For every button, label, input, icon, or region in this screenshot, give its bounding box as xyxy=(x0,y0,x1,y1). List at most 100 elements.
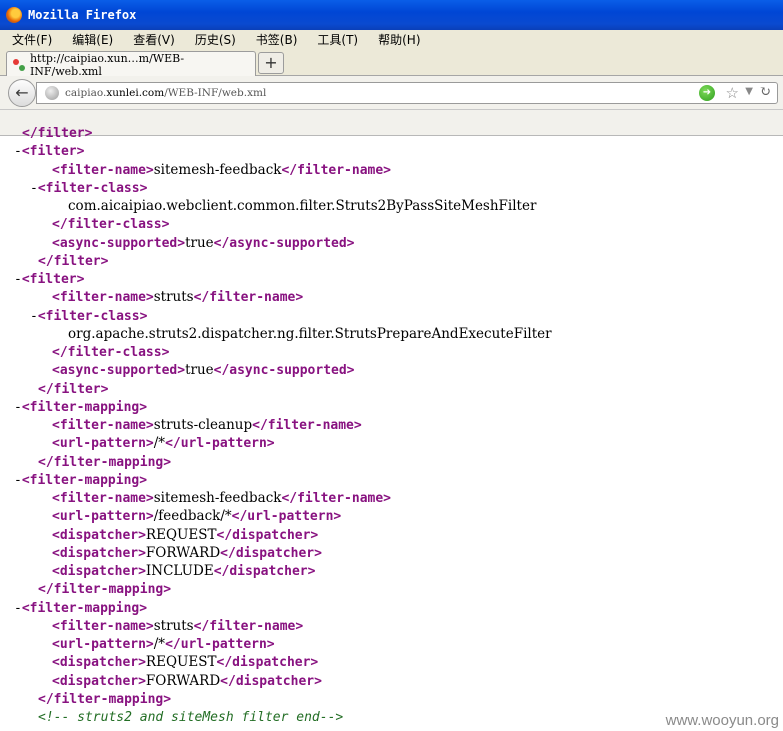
xml-line: <!-- struts2 and siteMesh filter end--> xyxy=(38,708,343,726)
xml-tag: <url-pattern> xyxy=(52,637,154,652)
xml-text: FORWARD xyxy=(145,544,221,561)
xml-line: </filter-mapping> xyxy=(38,453,171,471)
xml-comment: <!-- struts2 and siteMesh filter end--> xyxy=(38,710,344,725)
xml-tag: </dispatcher> xyxy=(216,655,319,671)
xml-tag: </filter-class> xyxy=(52,217,170,233)
xml-tag: </url-pattern> xyxy=(231,509,342,525)
xml-text: INCLUDE xyxy=(145,563,214,579)
xml-tag: <filter-class> xyxy=(37,180,148,196)
xml-line: -<filter-class> xyxy=(30,179,147,197)
history-dropdown-icon[interactable]: ▼ xyxy=(745,86,753,97)
xml-tag: <filter> xyxy=(21,272,85,287)
xml-line: <filter-name>struts</filter-name> xyxy=(52,288,303,306)
xml-tag: </url-pattern> xyxy=(165,637,275,652)
xml-line: </filter> xyxy=(38,380,108,398)
xml-tag: <dispatcher> xyxy=(52,655,146,671)
go-arrow-icon[interactable]: ➜ xyxy=(699,85,715,101)
tab-label: http://caipiao.xun…m/WEB-INF/web.xml xyxy=(29,51,185,78)
xml-line: </filter> xyxy=(22,127,92,142)
xml-line: <filter-name>sitemesh-feedback</filter-n… xyxy=(52,161,391,179)
url-path: /WEB-INF/web.xml xyxy=(164,87,267,99)
menu-bookmarks[interactable]: 书签(B) xyxy=(256,31,298,48)
xml-tag: <filter-mapping> xyxy=(21,399,148,415)
xml-tag: </filter-mapping> xyxy=(38,454,172,470)
xml-tag: <filter> xyxy=(21,144,85,160)
url-host: caipiao. xyxy=(65,87,107,99)
new-tab-button[interactable]: + xyxy=(258,52,284,74)
xml-tag: </filter> xyxy=(38,253,109,269)
menu-file[interactable]: 文件(F) xyxy=(12,31,52,48)
xml-tag: <dispatcher> xyxy=(52,564,146,579)
xml-line: <dispatcher>INCLUDE</dispatcher> xyxy=(52,562,315,580)
site-favicon-icon xyxy=(12,58,26,72)
firefox-icon xyxy=(6,7,22,23)
window-title: Mozilla Firefox xyxy=(28,8,137,22)
xml-tag: </filter> xyxy=(22,127,93,141)
xml-line: <dispatcher>REQUEST</dispatcher> xyxy=(52,653,318,671)
xml-tag: <dispatcher> xyxy=(52,527,146,543)
xml-line: </filter-class> xyxy=(52,343,169,361)
url-bar[interactable]: caipiao. xunlei.com/WEB-INF/web.xml ➜ ☆ ▼… xyxy=(36,82,778,104)
xml-line: org.apache.struts2.dispatcher.ng.filter.… xyxy=(68,325,552,343)
xml-line: <dispatcher>FORWARD</dispatcher> xyxy=(52,672,322,690)
xml-line: <url-pattern>/*</url-pattern> xyxy=(52,434,275,452)
globe-icon xyxy=(45,86,59,100)
xml-tag: </dispatcher> xyxy=(216,527,319,543)
xml-tag: </filter-mapping> xyxy=(38,691,172,707)
xml-tag: </async-supported> xyxy=(213,235,355,251)
xml-text: struts xyxy=(153,289,194,306)
xml-text: /* xyxy=(153,435,166,452)
collapse-toggle[interactable]: - xyxy=(14,601,22,616)
xml-tag: <dispatcher> xyxy=(52,545,146,561)
xml-tag: <async-supported> xyxy=(52,235,186,251)
reload-icon[interactable]: ↻ xyxy=(759,84,771,100)
xml-line: <dispatcher>REQUEST</dispatcher> xyxy=(52,526,318,544)
xml-tag: <filter-name> xyxy=(52,162,154,178)
xml-tag: <url-pattern> xyxy=(52,436,154,452)
xml-tag: </dispatcher> xyxy=(213,564,316,579)
xml-line: -<filter-mapping> xyxy=(14,471,147,489)
tab-web-xml[interactable]: http://caipiao.xun…m/WEB-INF/web.xml xyxy=(6,51,256,78)
xml-line: <async-supported>true</async-supported> xyxy=(52,234,355,252)
xml-tag: </filter-name> xyxy=(281,162,392,178)
xml-tag: </filter-name> xyxy=(252,418,362,433)
xml-text: com.aicaipiao.webclient.common.filter.St… xyxy=(68,198,537,214)
xml-line: -<filter-mapping> xyxy=(14,599,147,617)
menu-history[interactable]: 历史(S) xyxy=(195,31,236,48)
xml-line: -<filter> xyxy=(14,270,84,288)
menu-view[interactable]: 查看(V) xyxy=(133,31,175,48)
xml-tag: <filter-name> xyxy=(52,418,154,433)
xml-tag: </url-pattern> xyxy=(165,436,275,452)
xml-tag: </filter-name> xyxy=(193,290,304,306)
xml-line: com.aicaipiao.webclient.common.filter.St… xyxy=(68,197,536,215)
url-domain: xunlei.com xyxy=(106,87,165,99)
xml-text: FORWARD xyxy=(145,672,221,689)
back-button[interactable]: ← xyxy=(8,79,36,107)
collapse-toggle[interactable]: - xyxy=(14,400,22,415)
collapse-toggle[interactable]: - xyxy=(30,181,38,196)
xml-viewer: </filter> -<filter> <filter-name>sitemesh-… xyxy=(0,127,783,731)
menu-tools[interactable]: 工具(T) xyxy=(317,31,358,48)
xml-line: </filter-mapping> xyxy=(38,690,171,708)
menu-help[interactable]: 帮助(H) xyxy=(378,31,420,48)
collapse-toggle[interactable]: - xyxy=(30,309,38,324)
xml-text: struts xyxy=(153,617,194,634)
collapse-toggle[interactable]: - xyxy=(14,144,22,159)
xml-text: sitemesh-feedback xyxy=(153,161,282,178)
collapse-toggle[interactable]: - xyxy=(14,473,22,488)
xml-line: <filter-name>struts-cleanup</filter-name… xyxy=(52,416,362,434)
collapse-toggle[interactable]: - xyxy=(14,272,22,287)
title-bar: Mozilla Firefox xyxy=(0,0,783,30)
menu-edit[interactable]: 编辑(E) xyxy=(72,31,113,48)
xml-text: org.apache.struts2.dispatcher.ng.filter.… xyxy=(68,325,552,342)
menu-bar: 文件(F) 编辑(E) 查看(V) 历史(S) 书签(B) 工具(T) 帮助(H… xyxy=(0,30,783,48)
xml-tag: <filter-name> xyxy=(52,290,154,306)
xml-tag: </filter-name> xyxy=(193,618,304,634)
xml-line: </filter-mapping> xyxy=(38,580,171,598)
bookmark-star-icon[interactable]: ☆ xyxy=(726,84,739,102)
xml-tag: </dispatcher> xyxy=(220,673,322,689)
xml-line: -<filter-class> xyxy=(30,307,147,325)
xml-tag: <filter-name> xyxy=(52,618,154,634)
xml-line: <async-supported>true</async-supported> xyxy=(52,361,355,379)
back-arrow-icon: ← xyxy=(15,83,29,102)
